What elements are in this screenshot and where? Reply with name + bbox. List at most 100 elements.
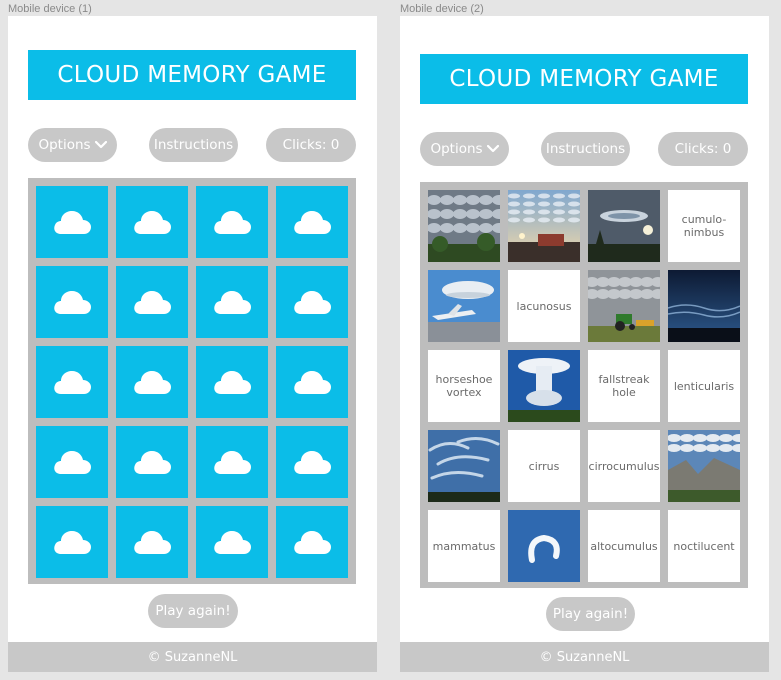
card-back[interactable] [116, 186, 188, 258]
card-word-label: mammatus [432, 539, 496, 553]
altocumulus-photo-icon [428, 190, 500, 262]
card-word[interactable]: horseshoe vortex [428, 350, 500, 422]
card-back[interactable] [276, 506, 348, 578]
card-back[interactable] [196, 346, 268, 418]
card-word[interactable]: fallstreak hole [588, 350, 660, 422]
card-photo[interactable] [428, 190, 500, 262]
card-word[interactable]: noctilucent [668, 510, 740, 582]
cumulonimbus-photo-icon [508, 350, 580, 422]
card-word[interactable]: lacunosus [508, 270, 580, 342]
card-word-label: noctilucent [673, 539, 735, 553]
card-word[interactable]: lenticularis [668, 350, 740, 422]
card-photo[interactable] [508, 190, 580, 262]
footer-copyright: © SuzanneNL [8, 642, 377, 672]
card-back[interactable] [116, 426, 188, 498]
card-word[interactable]: altocumulus [588, 510, 660, 582]
cloud-icon [52, 449, 92, 475]
card-word-label: altocumulus [590, 539, 658, 553]
cirrocumulus-sunset-photo-icon [508, 190, 580, 262]
cloud-icon [212, 369, 252, 395]
game-title: CLOUD MEMORY GAME [420, 54, 748, 104]
cloud-icon [132, 289, 172, 315]
card-back[interactable] [196, 426, 268, 498]
cloud-icon [212, 529, 252, 555]
game-title: CLOUD MEMORY GAME [28, 50, 356, 100]
options-dropdown-button[interactable]: Options [420, 132, 509, 166]
cloud-icon [212, 209, 252, 235]
clicks-counter: Clicks: 0 [658, 132, 748, 166]
instructions-button[interactable]: Instructions [149, 128, 238, 162]
cloud-icon [132, 209, 172, 235]
card-back[interactable] [36, 186, 108, 258]
options-label: Options [38, 137, 91, 153]
device-2-frame-label: Mobile device (2) [400, 3, 484, 15]
footer-copyright: © SuzanneNL [400, 642, 769, 672]
horseshoe-vortex-photo-icon [508, 510, 580, 582]
card-photo[interactable] [668, 270, 740, 342]
mobile-device-2: CLOUD MEMORY GAME Options Instructions C… [400, 16, 769, 672]
card-word-label: horseshoe vortex [435, 373, 493, 399]
card-word-label: cumulo- nimbus [681, 213, 727, 239]
card-photo[interactable] [428, 270, 500, 342]
card-word[interactable]: cirrus [508, 430, 580, 502]
card-word[interactable]: cumulo- nimbus [668, 190, 740, 262]
card-grid [28, 178, 356, 584]
card-photo[interactable] [588, 270, 660, 342]
cloud-icon [292, 209, 332, 235]
card-word-label: lenticularis [673, 379, 735, 393]
device-1-frame-label: Mobile device (1) [8, 3, 92, 15]
noctilucent-photo-icon [668, 270, 740, 342]
card-back[interactable] [276, 346, 348, 418]
cloud-icon [52, 209, 92, 235]
card-photo[interactable] [588, 190, 660, 262]
chevron-down-icon [486, 145, 499, 153]
card-back[interactable] [196, 266, 268, 338]
chevron-down-icon [94, 141, 107, 149]
card-back[interactable] [36, 346, 108, 418]
play-again-button[interactable]: Play again! [148, 594, 238, 628]
fallstreak-hole-photo-icon [588, 190, 660, 262]
cloud-icon [52, 529, 92, 555]
card-photo[interactable] [508, 350, 580, 422]
card-back[interactable] [196, 186, 268, 258]
card-photo[interactable] [668, 430, 740, 502]
cloud-icon [132, 529, 172, 555]
card-word[interactable]: cirrocumulus [588, 430, 660, 502]
card-word-label: cirrus [528, 459, 560, 473]
cloud-icon [212, 289, 252, 315]
cloud-icon [52, 289, 92, 315]
cloud-icon [292, 289, 332, 315]
instructions-button[interactable]: Instructions [541, 132, 630, 166]
cloud-icon [292, 449, 332, 475]
card-grid: cumulo- nimbus lacunosus horseshoe vortex f… [420, 182, 748, 588]
card-back[interactable] [116, 506, 188, 578]
cloud-icon [212, 449, 252, 475]
card-back[interactable] [196, 506, 268, 578]
mobile-device-1: CLOUD MEMORY GAME Options Instructions C… [8, 16, 377, 672]
card-photo[interactable] [428, 430, 500, 502]
cloud-icon [292, 529, 332, 555]
card-photo[interactable] [508, 510, 580, 582]
mountain-clouds-photo-icon [668, 430, 740, 502]
cloud-icon [132, 369, 172, 395]
card-back[interactable] [116, 346, 188, 418]
card-back[interactable] [276, 186, 348, 258]
card-back[interactable] [36, 506, 108, 578]
card-back[interactable] [36, 266, 108, 338]
card-back[interactable] [276, 266, 348, 338]
clicks-counter: Clicks: 0 [266, 128, 356, 162]
cirrus-photo-icon [428, 430, 500, 502]
options-dropdown-button[interactable]: Options [28, 128, 117, 162]
cloud-icon [52, 369, 92, 395]
cloud-icon [132, 449, 172, 475]
card-back[interactable] [36, 426, 108, 498]
cloud-icon [292, 369, 332, 395]
play-again-button[interactable]: Play again! [546, 597, 635, 631]
card-back[interactable] [276, 426, 348, 498]
tractor-clouds-photo-icon [588, 270, 660, 342]
card-word-label: cirrocumulus [588, 459, 660, 473]
options-label: Options [430, 141, 483, 157]
card-back[interactable] [116, 266, 188, 338]
card-word-label: fallstreak hole [598, 373, 650, 399]
card-word[interactable]: mammatus [428, 510, 500, 582]
